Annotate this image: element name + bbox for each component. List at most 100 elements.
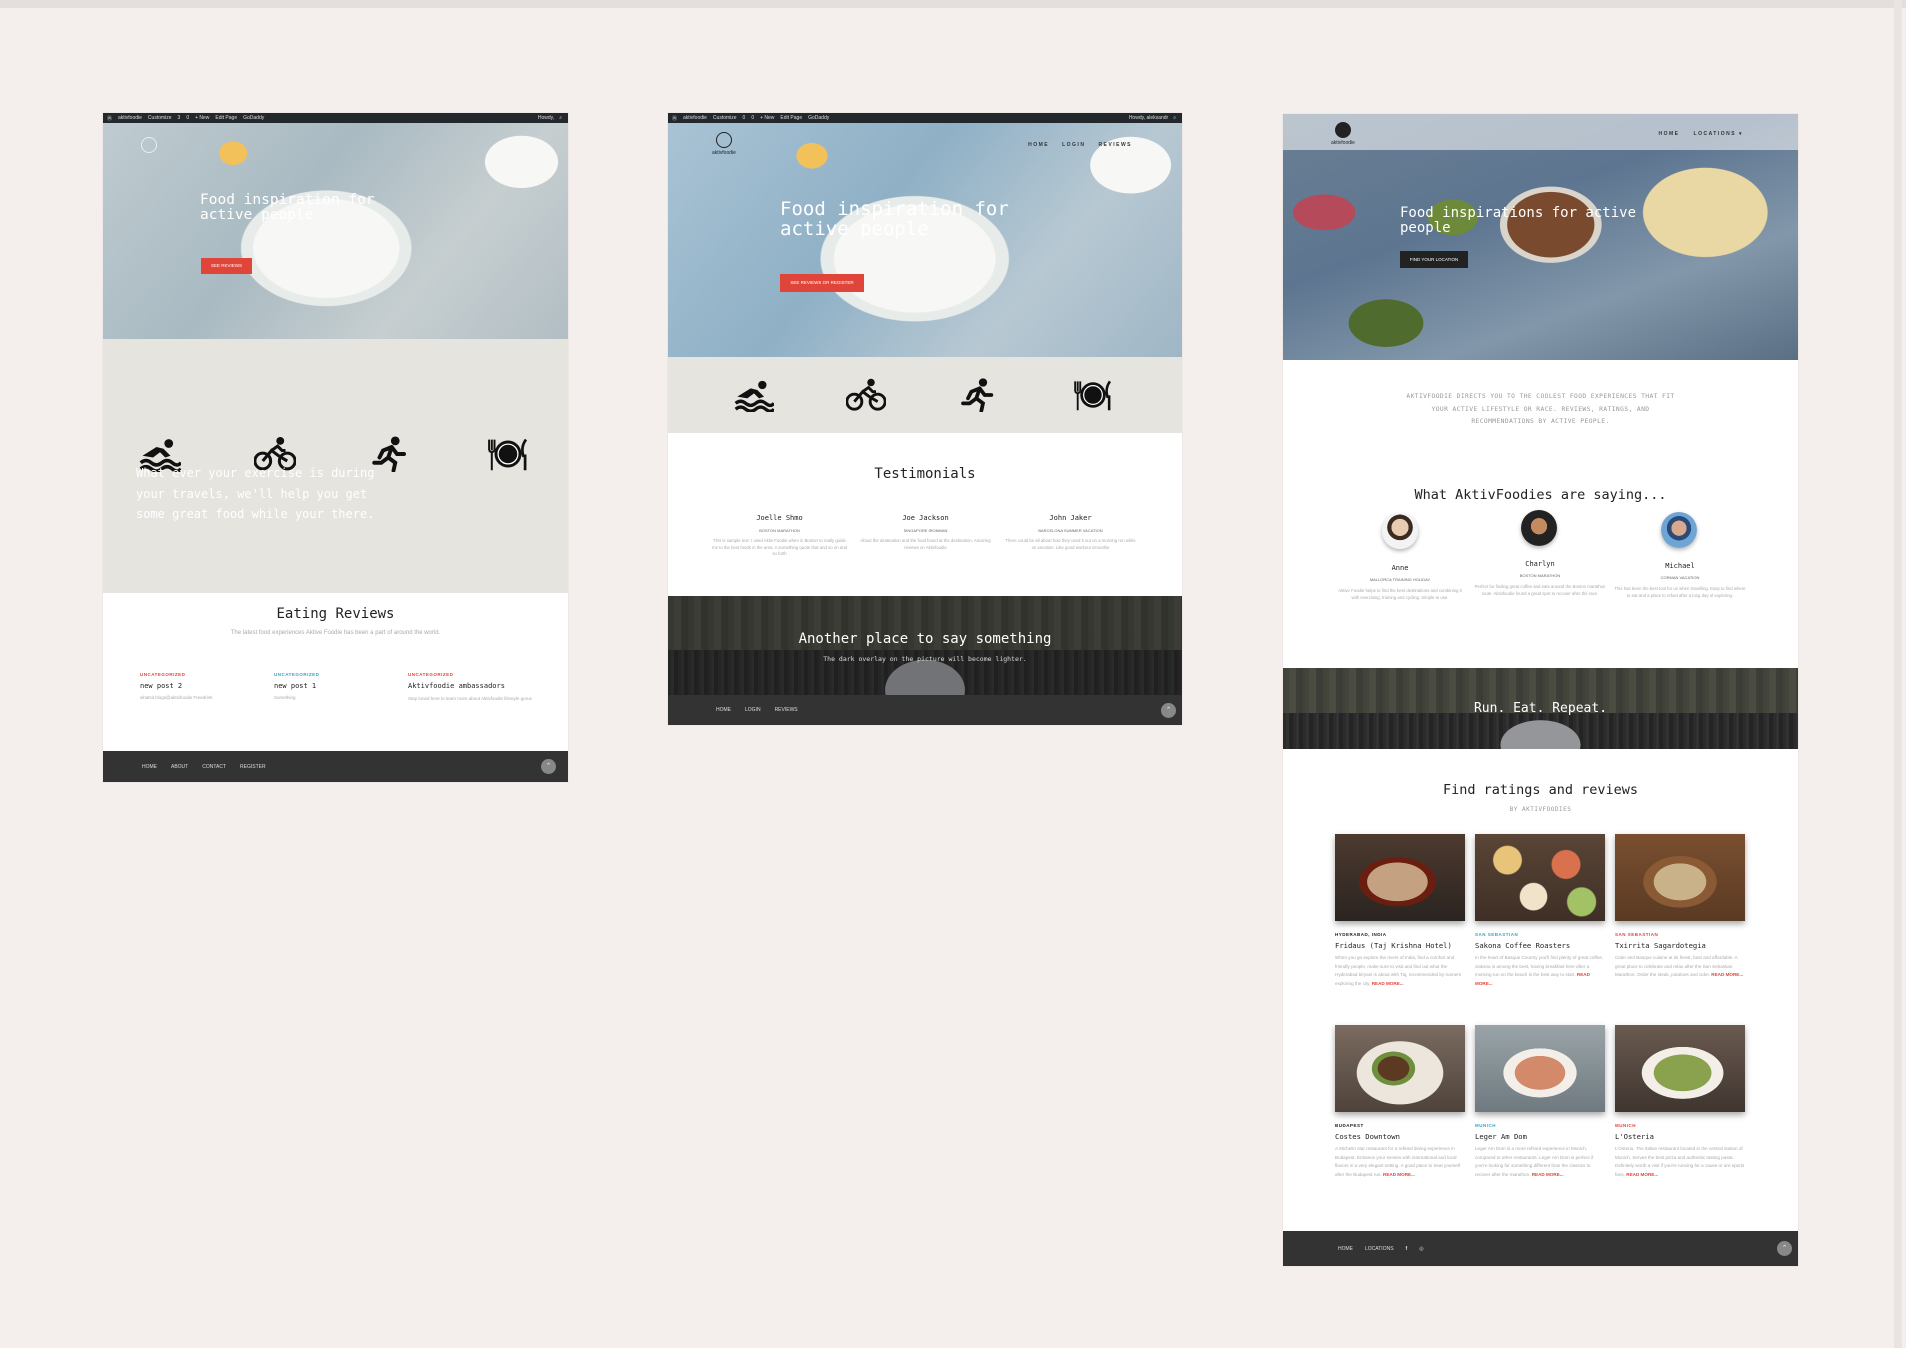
- footer-link-reviews[interactable]: REVIEWS: [775, 707, 798, 713]
- wp-logo-icon[interactable]: Ⓦ: [672, 115, 677, 122]
- post-card[interactable]: UNCATEGORIZED new post 2 whatsit blogs@a…: [140, 672, 260, 700]
- see-reviews-register-button[interactable]: SEE REVIEWS OR REGISTER: [780, 274, 864, 292]
- post-category[interactable]: UNCATEGORIZED: [140, 672, 260, 677]
- restaurant-location[interactable]: MUNICH: [1475, 1123, 1605, 1128]
- person-quote: This has been the best tool for us when …: [1614, 586, 1746, 598]
- restaurant-name[interactable]: Fridaus (Taj Krishna Hotel): [1335, 941, 1465, 950]
- restaurant-photo[interactable]: [1475, 1025, 1605, 1112]
- restaurant-name[interactable]: L'Osteria: [1615, 1132, 1745, 1141]
- wpbar-new[interactable]: + New: [195, 115, 209, 121]
- restaurant-photo[interactable]: [1335, 1025, 1465, 1112]
- restaurant-location[interactable]: BUDAPEST: [1335, 1123, 1465, 1128]
- restaurant-photo[interactable]: [1475, 834, 1605, 921]
- facebook-icon[interactable]: f: [1406, 1246, 1408, 1252]
- post-title[interactable]: new post 2: [140, 682, 260, 690]
- see-reviews-button[interactable]: SEE REVIEWS: [201, 258, 252, 274]
- restaurant-name[interactable]: Sakona Coffee Roasters: [1475, 941, 1605, 950]
- restaurant-photo[interactable]: [1335, 834, 1465, 921]
- wpbar-comments[interactable]: 0: [751, 115, 754, 121]
- testimonial-name: Joelle Shmo: [756, 514, 803, 522]
- nav-home[interactable]: HOME: [1028, 142, 1049, 148]
- read-more-link[interactable]: READ MORE...: [1532, 1172, 1564, 1177]
- logo-text: aktivfoodie: [712, 150, 736, 156]
- artboard-2[interactable]: Ⓦ aktivfoodie Customize 0 0 + New Edit P…: [668, 113, 1182, 725]
- restaurant-card[interactable]: MUNICH Leger Am Dom Leger Am Dom is a mo…: [1475, 1025, 1605, 1179]
- restaurant-location[interactable]: SAN SEBASTIAN: [1615, 932, 1745, 937]
- avatar: [1521, 510, 1557, 546]
- wpbar-updates[interactable]: 0: [743, 115, 746, 121]
- footer-link-login[interactable]: LOGIN: [745, 707, 761, 713]
- restaurant-photo[interactable]: [1615, 1025, 1745, 1112]
- eating-reviews-section: Eating Reviews The latest food experienc…: [103, 593, 568, 751]
- testimonial-role: BARCELONA SUMMER VACATION: [1038, 528, 1103, 533]
- restaurant-location[interactable]: HYDERABAD, INDIA: [1335, 932, 1465, 937]
- footer-link-register[interactable]: REGISTER: [240, 764, 266, 770]
- footer: HOME LOGIN REVIEWS ⌃: [668, 695, 1182, 725]
- restaurant-card[interactable]: SAN SEBASTIAN Sakona Coffee Roasters In …: [1475, 834, 1605, 988]
- search-icon[interactable]: ⌕: [559, 115, 562, 121]
- wpbar-customize[interactable]: Customize: [713, 115, 737, 121]
- nav-login[interactable]: LOGIN: [1062, 142, 1085, 148]
- artboard-1[interactable]: Ⓦ aktivfoodie Customize 3 0 + New Edit P…: [103, 113, 568, 782]
- wpbar-edit-page[interactable]: Edit Page: [215, 115, 237, 121]
- instagram-icon[interactable]: ◎: [1419, 1246, 1423, 1252]
- artboard-3[interactable]: aktivfoodie HOME LOCATIONS ▾ Food inspir…: [1283, 114, 1798, 1266]
- restaurant-name[interactable]: Leger Am Dom: [1475, 1132, 1605, 1141]
- footer-link-home[interactable]: HOME: [716, 707, 731, 713]
- footer-link-contact[interactable]: CONTACT: [202, 764, 226, 770]
- back-to-top-button[interactable]: ⌃: [541, 759, 556, 774]
- footer-link-about[interactable]: ABOUT: [171, 764, 188, 770]
- post-category[interactable]: UNCATEGORIZED: [274, 672, 394, 677]
- hero-title: Food inspiration for active people: [200, 192, 375, 224]
- wpbar-customize[interactable]: Customize: [148, 115, 172, 121]
- post-card[interactable]: UNCATEGORIZED Aktivfoodie ambassadors St…: [408, 672, 533, 702]
- wp-logo-icon[interactable]: Ⓦ: [107, 115, 112, 122]
- footer-link-locations[interactable]: LOCATIONS: [1365, 1246, 1394, 1252]
- wpbar-godaddy[interactable]: GoDaddy: [808, 115, 829, 121]
- post-category[interactable]: UNCATEGORIZED: [408, 672, 533, 677]
- run-banner-title: Run. Eat. Repeat.: [1473, 701, 1608, 716]
- nav-home[interactable]: HOME: [1659, 131, 1680, 137]
- canvas-scrollbar[interactable]: [1894, 0, 1902, 1348]
- nav-reviews[interactable]: REVIEWS: [1098, 142, 1132, 148]
- restaurant-photo[interactable]: [1615, 834, 1745, 921]
- post-title[interactable]: new post 1: [274, 682, 394, 690]
- wpbar-comments[interactable]: 0: [186, 115, 189, 121]
- read-more-link[interactable]: READ MORE...: [1711, 972, 1743, 977]
- person-name: Michael: [1665, 562, 1695, 570]
- wpbar-godaddy[interactable]: GoDaddy: [243, 115, 264, 121]
- testimonial-name: John Jaker: [1049, 514, 1092, 522]
- footer-link-home[interactable]: HOME: [1338, 1246, 1353, 1252]
- restaurant-card[interactable]: SAN SEBASTIAN Txirrita Sagardotegia Cide…: [1615, 834, 1745, 980]
- search-icon[interactable]: ⌕: [1173, 115, 1176, 121]
- site-logo[interactable]: aktivfoodie: [1331, 122, 1355, 146]
- read-more-link[interactable]: READ MORE...: [1372, 981, 1404, 986]
- footer-link-home[interactable]: HOME: [142, 764, 157, 770]
- post-title[interactable]: Aktivfoodie ambassadors: [408, 682, 533, 690]
- find-location-button[interactable]: FIND YOUR LOCATION: [1400, 251, 1468, 268]
- wpbar-edit-page[interactable]: Edit Page: [780, 115, 802, 121]
- wpbar-updates[interactable]: 3: [178, 115, 181, 121]
- back-to-top-button[interactable]: ⌃: [1777, 1241, 1792, 1256]
- restaurant-location[interactable]: SAN SEBASTIAN: [1475, 932, 1605, 937]
- restaurant-location[interactable]: MUNICH: [1615, 1123, 1745, 1128]
- back-to-top-button[interactable]: ⌃: [1161, 703, 1176, 718]
- restaurant-name[interactable]: Txirrita Sagardotegia: [1615, 941, 1745, 950]
- nav-locations-dropdown[interactable]: LOCATIONS ▾: [1694, 131, 1743, 137]
- restaurant-card[interactable]: MUNICH L'Osteria L'Osteria. The Italian …: [1615, 1025, 1745, 1179]
- post-card[interactable]: UNCATEGORIZED new post 1 Something: [274, 672, 394, 700]
- restaurant-card[interactable]: BUDAPEST Costes Downtown A Michelin star…: [1335, 1025, 1465, 1179]
- restaurant-card[interactable]: HYDERABAD, INDIA Fridaus (Taj Krishna Ho…: [1335, 834, 1465, 988]
- wpbar-howdy[interactable]: Howdy,: [538, 115, 554, 121]
- testimonial-role: SINGAPORE IRONMAN: [903, 528, 948, 533]
- site-logo[interactable]: aktivfoodie: [712, 132, 736, 156]
- read-more-link[interactable]: READ MORE...: [1626, 1172, 1658, 1177]
- wpbar-site[interactable]: aktivfoodie: [118, 115, 142, 121]
- read-more-link[interactable]: READ MORE...: [1383, 1172, 1415, 1177]
- wpbar-site[interactable]: aktivfoodie: [683, 115, 707, 121]
- footer: HOME LOCATIONS f ◎ ⌃: [1283, 1231, 1798, 1266]
- person-card: Charlyn BOSTON MARATHON Perfect for find…: [1474, 560, 1606, 597]
- restaurant-name[interactable]: Costes Downtown: [1335, 1132, 1465, 1141]
- wpbar-new[interactable]: + New: [760, 115, 774, 121]
- wpbar-howdy[interactable]: Howdy, aleksandr: [1129, 115, 1168, 121]
